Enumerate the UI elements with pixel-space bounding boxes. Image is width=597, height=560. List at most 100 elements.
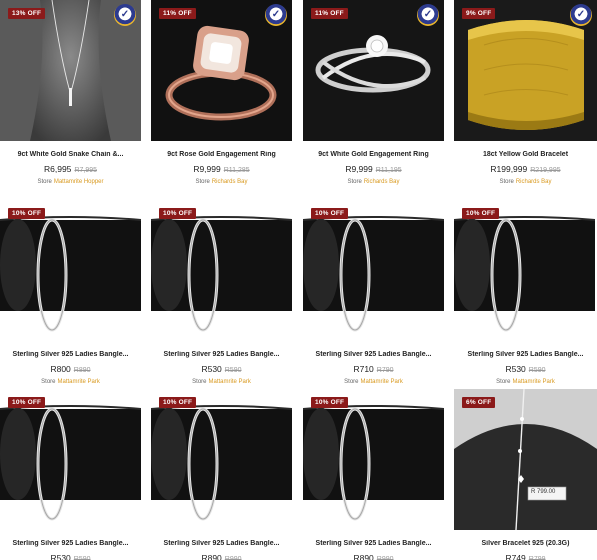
store-label: Store (496, 379, 511, 385)
product-image[interactable]: 11% OFF ✓ (303, 0, 444, 141)
original-price: R7,995 (74, 167, 97, 174)
original-price: R11,195 (375, 167, 402, 174)
original-price: R990 (224, 556, 242, 560)
price-row: R749 R799 (454, 553, 597, 560)
certified-seal-icon: ✓ (417, 4, 439, 26)
product-image[interactable]: 10% OFF (151, 200, 292, 341)
price-row: R199,999 R219,995 (454, 164, 597, 174)
price-row: R800 R890 (0, 364, 141, 374)
discount-badge: 10% OFF (8, 208, 46, 219)
product-image[interactable]: 9% OFF ✓ (454, 0, 597, 141)
discount-badge: 9% OFF (462, 8, 496, 19)
store-label: Store (195, 179, 210, 185)
store-link[interactable]: Richards Bay (364, 179, 400, 185)
store-link[interactable]: Mattamrite Hopper (54, 179, 104, 185)
product-image[interactable]: 10% OFF (303, 389, 444, 530)
discount-badge: 10% OFF (159, 397, 197, 408)
product-card[interactable]: 10% OFF Sterling Silver 925 Ladies Bangle… (303, 389, 444, 560)
discount-badge: 10% OFF (8, 397, 46, 408)
discount-badge: 10% OFF (311, 208, 349, 219)
product-card[interactable]: 11% OFF ✓ 9ct White Gold Engagement Ring R9… (303, 0, 444, 185)
current-price: R530 (201, 364, 222, 374)
certified-seal-icon: ✓ (570, 4, 592, 26)
product-title[interactable]: 18ct Yellow Gold Bracelet (454, 151, 597, 158)
price-row: R530 R590 (151, 364, 292, 374)
current-price: R800 (50, 364, 71, 374)
certified-seal-icon: ✓ (114, 4, 136, 26)
original-price: R890 (73, 367, 91, 374)
product-card[interactable]: R 799.00 6% OFF Silver Bracelet 925 (20.3G… (454, 389, 597, 560)
store-label: Store (344, 379, 359, 385)
store-label: Store (499, 179, 514, 185)
product-title[interactable]: Sterling Silver 925 Ladies Bangle... (0, 540, 141, 547)
original-price: R990 (376, 556, 394, 560)
store-info: Store Richards Bay (151, 179, 292, 185)
store-link[interactable]: Richards Bay (516, 179, 552, 185)
product-card[interactable]: 10% OFF Sterling Silver 925 Ladies Bangle… (303, 200, 444, 385)
product-image[interactable]: 10% OFF (303, 200, 444, 341)
product-title[interactable]: Sterling Silver 925 Ladies Bangle... (151, 540, 292, 547)
product-title[interactable]: Sterling Silver 925 Ladies Bangle... (0, 351, 141, 358)
price-row: R9,999 R11,285 (151, 164, 292, 174)
product-title[interactable]: Sterling Silver 925 Ladies Bangle... (454, 351, 597, 358)
certified-seal-icon: ✓ (265, 4, 287, 26)
current-price: R9,999 (193, 164, 221, 174)
product-image[interactable]: R 799.00 6% OFF (454, 389, 597, 530)
store-info: Store Mattamrite Hopper (0, 179, 141, 185)
discount-badge: 10% OFF (462, 208, 500, 219)
product-image[interactable]: 10% OFF (151, 389, 292, 530)
original-price: R11,285 (223, 167, 250, 174)
price-row: R890 R990 (303, 553, 444, 560)
store-info: Store Mattamrite Park (454, 379, 597, 385)
product-image[interactable]: 10% OFF (0, 389, 141, 530)
discount-badge: 11% OFF (159, 8, 196, 19)
product-card[interactable]: 13% OFF ✓ 9ct White Gold Snake Chain &... R… (0, 0, 141, 185)
price-row: R9,999 R11,195 (303, 164, 444, 174)
original-price: R590 (224, 367, 242, 374)
original-price: R799 (528, 556, 546, 560)
product-title[interactable]: Sterling Silver 925 Ladies Bangle... (151, 351, 292, 358)
price-row: R890 R990 (151, 553, 292, 560)
product-card[interactable]: 10% OFF Sterling Silver 925 Ladies Bangle… (0, 389, 141, 560)
product-title[interactable]: 9ct White Gold Engagement Ring (303, 151, 444, 158)
store-info: Store Mattamrite Park (0, 379, 141, 385)
current-price: R530 (505, 364, 526, 374)
store-link[interactable]: Richards Bay (212, 179, 248, 185)
product-card[interactable]: 10% OFF Sterling Silver 925 Ladies Bangle… (454, 200, 597, 385)
store-link[interactable]: Mattamrite Park (58, 379, 100, 385)
product-title[interactable]: Silver Bracelet 925 (20.3G) (454, 540, 597, 547)
store-info: Store Richards Bay (454, 179, 597, 185)
current-price: R749 (505, 553, 526, 560)
product-image[interactable]: 10% OFF (0, 200, 141, 341)
product-card[interactable]: 10% OFF Sterling Silver 925 Ladies Bangle… (151, 200, 292, 385)
store-info: Store Richards Bay (303, 179, 444, 185)
product-image[interactable]: 13% OFF ✓ (0, 0, 141, 141)
price-row: R530 R590 (0, 553, 141, 560)
current-price: R890 (201, 553, 222, 560)
product-card[interactable]: 10% OFF Sterling Silver 925 Ladies Bangle… (151, 389, 292, 560)
product-title[interactable]: Sterling Silver 925 Ladies Bangle... (303, 540, 444, 547)
product-image[interactable]: 11% OFF ✓ (151, 0, 292, 141)
store-label: Store (41, 379, 56, 385)
product-card[interactable]: 10% OFF Sterling Silver 925 Ladies Bangle… (0, 200, 141, 385)
price-row: R710 R790 (303, 364, 444, 374)
price-row: R530 R590 (454, 364, 597, 374)
current-price: R6,995 (44, 164, 72, 174)
original-price: R790 (376, 367, 394, 374)
discount-badge: 11% OFF (311, 8, 348, 19)
current-price: R710 (353, 364, 374, 374)
product-title[interactable]: Sterling Silver 925 Ladies Bangle... (303, 351, 444, 358)
discount-badge: 10% OFF (159, 208, 197, 219)
current-price: R890 (353, 553, 374, 560)
product-image[interactable]: 10% OFF (454, 200, 597, 341)
discount-badge: 13% OFF (8, 8, 46, 19)
product-card[interactable]: 9% OFF ✓ 18ct Yellow Gold Bracelet R199,999… (454, 0, 597, 185)
original-price: R590 (73, 556, 91, 560)
product-card[interactable]: 11% OFF ✓ 9ct Rose Gold Engagement Ring R9,… (151, 0, 292, 185)
store-link[interactable]: Mattamrite Park (209, 379, 251, 385)
store-link[interactable]: Mattamrite Park (361, 379, 403, 385)
store-link[interactable]: Mattamrite Park (513, 379, 555, 385)
store-info: Store Mattamrite Park (303, 379, 444, 385)
product-title[interactable]: 9ct Rose Gold Engagement Ring (151, 151, 292, 158)
product-title[interactable]: 9ct White Gold Snake Chain &... (0, 151, 141, 158)
